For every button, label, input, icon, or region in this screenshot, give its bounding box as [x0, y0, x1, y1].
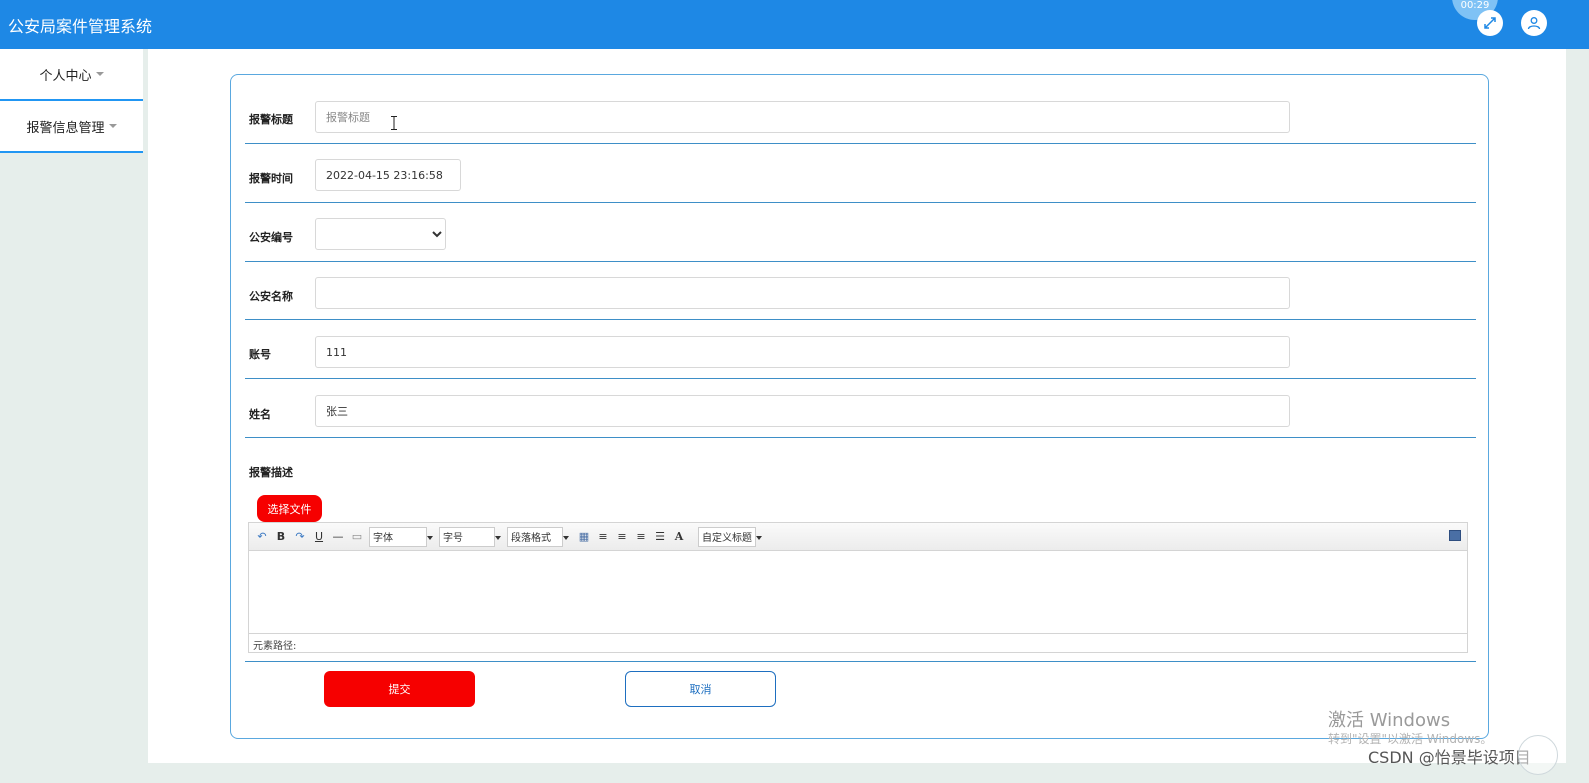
table-icon[interactable]: ▦	[577, 530, 591, 544]
caret-down-icon	[108, 124, 117, 128]
account-input[interactable]	[315, 336, 1290, 368]
align-justify-icon[interactable]: ☰	[653, 530, 667, 544]
underline-icon[interactable]: U	[312, 530, 326, 544]
fullscreen-button[interactable]	[1477, 10, 1503, 36]
name-label: 姓名	[249, 408, 271, 421]
alarm-form: 报警标题 报警时间 公安编号 公安名称 账号 姓名 报警描述 选择文件 ↶ B …	[230, 74, 1489, 739]
police-no-select[interactable]	[315, 218, 446, 250]
font-size-select[interactable]: 字号	[439, 526, 501, 547]
custom-title-select[interactable]: 自定义标题	[698, 526, 762, 547]
editor-content[interactable]	[249, 551, 1467, 633]
text-cursor-icon	[391, 116, 397, 130]
sidebar: 个人中心 报警信息管理	[0, 49, 144, 783]
sidebar-item-personal-center[interactable]: 个人中心	[0, 49, 143, 101]
fullscreen-editor-icon[interactable]	[1449, 530, 1461, 541]
expand-icon	[1484, 17, 1496, 29]
sidebar-item-alarm-management[interactable]: 报警信息管理	[0, 101, 143, 153]
csdn-watermark: CSDN @怡景毕设项目	[1368, 748, 1531, 767]
paragraph-format-select[interactable]: 段落格式	[507, 526, 569, 547]
choose-file-button[interactable]: 选择文件	[257, 495, 322, 522]
form-row-name: 姓名	[245, 379, 1476, 438]
align-right-icon[interactable]: ≡	[615, 530, 629, 544]
police-name-label: 公安名称	[249, 290, 293, 303]
font-family-select[interactable]: 字体	[369, 526, 433, 547]
editor-toolbar: ↶ B ↷ U — ▭ 字体 字号 段落格式 ▦ ≡ ≡ ≡ ☰ A 自定义标题	[249, 523, 1467, 551]
sidebar-item-label: 报警信息管理	[26, 120, 105, 136]
user-menu-button[interactable]	[1521, 10, 1547, 36]
redo-icon[interactable]: ↷	[293, 530, 307, 544]
caret-down-icon	[95, 72, 104, 76]
time-label: 报警时间	[249, 172, 293, 185]
form-row-time: 报警时间	[245, 144, 1476, 203]
divider	[245, 661, 1476, 662]
form-row-police-name: 公安名称	[245, 262, 1476, 320]
windows-activation-title: 激活 Windows	[1328, 710, 1451, 731]
police-no-label: 公安编号	[249, 231, 293, 244]
bold-icon[interactable]: B	[274, 530, 288, 544]
document-icon[interactable]: ▭	[350, 530, 364, 544]
align-left-icon[interactable]: ≡	[596, 530, 610, 544]
title-input[interactable]	[315, 101, 1290, 133]
sidebar-item-label: 个人中心	[39, 68, 92, 84]
align-center-icon[interactable]: ≡	[634, 530, 648, 544]
name-input[interactable]	[315, 395, 1290, 427]
app-title: 公安局案件管理系统	[8, 17, 153, 36]
title-label: 报警标题	[249, 113, 293, 126]
police-name-input[interactable]	[315, 277, 1290, 309]
form-row-police-no: 公安编号	[245, 203, 1476, 262]
user-icon	[1527, 17, 1541, 30]
form-row-account: 账号	[245, 320, 1476, 379]
undo-icon[interactable]: ↶	[255, 530, 269, 544]
top-bar: 公安局案件管理系统 00:29	[0, 0, 1589, 49]
submit-button[interactable]: 提交	[324, 671, 475, 707]
rich-text-editor: ↶ B ↷ U — ▭ 字体 字号 段落格式 ▦ ≡ ≡ ≡ ☰ A 自定义标题…	[248, 522, 1468, 653]
floating-corner-button[interactable]	[1518, 735, 1558, 775]
account-label: 账号	[249, 348, 271, 361]
form-row-title: 报警标题	[245, 75, 1476, 144]
cancel-button[interactable]: 取消	[625, 671, 776, 707]
element-path: 元素路径:	[249, 633, 1467, 653]
time-input[interactable]	[315, 159, 461, 191]
desc-label: 报警描述	[249, 466, 293, 479]
font-color-icon[interactable]: A	[672, 530, 686, 544]
horizontal-rule-icon[interactable]: —	[331, 530, 345, 544]
